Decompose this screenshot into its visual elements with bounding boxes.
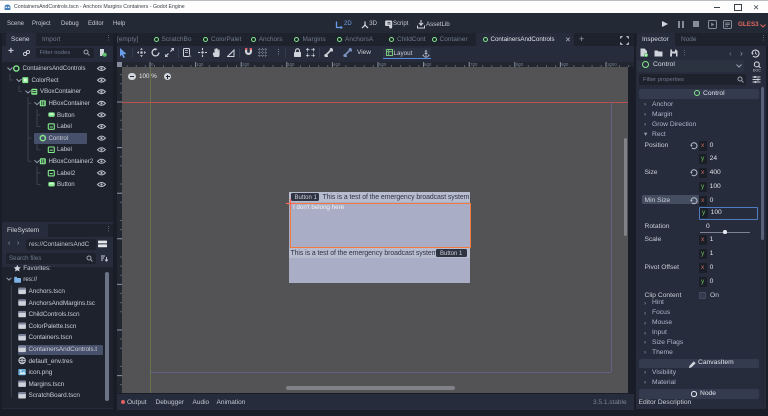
- svg-text:DOC: DOC: [753, 68, 761, 72]
